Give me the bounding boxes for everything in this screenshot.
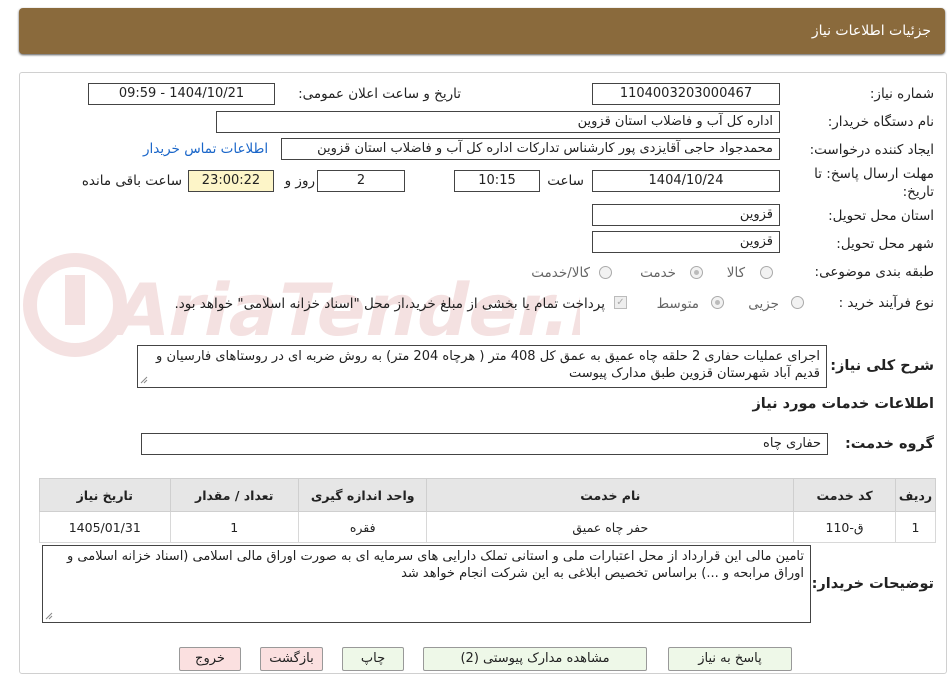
process-label: نوع فرآیند خرید : (838, 295, 934, 311)
need-number-field: 1104003203000467 (592, 83, 780, 105)
column-header-need-date: تاریخ نیاز (39, 478, 171, 512)
category-radio-goods[interactable] (760, 266, 773, 279)
requester-field: محمدجواد حاجی آقایزدی پور کارشناس تدارکا… (281, 138, 780, 160)
announce-field: 1404/10/21 - 09:59 (88, 83, 275, 105)
print-button[interactable]: چاپ (342, 647, 404, 671)
buyer-notes-textarea[interactable]: تامین مالی این قرارداد از محل اعتبارات م… (42, 545, 811, 623)
requester-label: ایجاد کننده درخواست: (809, 142, 934, 158)
announce-label: تاریخ و ساعت اعلان عمومی: (298, 86, 461, 102)
treasury-payment-note: پرداخت تمام یا بخشی از مبلغ خرید،از محل … (174, 296, 605, 312)
cell-quantity: 1 (169, 511, 299, 543)
deadline-date-field: 1404/10/24 (592, 170, 780, 192)
buyer-org-label: نام دستگاه خریدار: (827, 114, 934, 130)
resize-handle-icon[interactable] (45, 612, 53, 620)
cell-row-number: 1 (894, 511, 937, 543)
description-label: شرح کلی نیاز: (830, 358, 934, 374)
process-radio-medium[interactable] (711, 296, 724, 309)
respond-button[interactable]: پاسخ به نیاز (668, 647, 792, 671)
cell-unit: فقره (297, 511, 428, 543)
cell-service-code: ق-110 (793, 511, 896, 543)
category-label: طبقه بندی موضوعی: (814, 264, 934, 280)
services-table-wrapper: ردیف کد خدمت نام خدمت واحد اندازه گیری ت… (39, 478, 937, 543)
back-button[interactable]: بازگشت (260, 647, 323, 671)
days-label: روز و (284, 173, 315, 189)
process-radio-minor[interactable] (791, 296, 804, 309)
view-attachments-button[interactable]: مشاهده مدارک پیوستی (2) (423, 647, 647, 671)
cell-service-name: حفر چاه عمیق (426, 511, 795, 543)
exit-button[interactable]: خروج (179, 647, 241, 671)
buyer-contact-link[interactable]: اطلاعات تماس خریدار (143, 141, 268, 157)
column-header-quantity: تعداد / مقدار (169, 478, 299, 512)
service-group-label: گروه خدمت: (844, 436, 934, 452)
category-radio-goods-service[interactable] (599, 266, 612, 279)
table-header-row: ردیف کد خدمت نام خدمت واحد اندازه گیری ت… (39, 478, 937, 512)
deadline-label-line1: مهلت ارسال پاسخ: تا (814, 166, 934, 182)
province-label: استان محل تحویل: (828, 208, 934, 224)
table-row: 1 ق-110 حفر چاه عمیق فقره 1 1405/01/31 (39, 511, 937, 543)
description-textarea[interactable]: اجرای عملیات حفاری 2 حلقه چاه عمیق به عم… (137, 345, 827, 388)
cell-need-date: 1405/01/31 (39, 511, 171, 543)
column-header-row-number: ردیف (894, 478, 937, 512)
column-header-unit: واحد اندازه گیری (297, 478, 428, 512)
category-option-goods: کالا (726, 265, 745, 281)
services-section-title: اطلاعات خدمات مورد نیاز (752, 396, 934, 412)
days-remaining-field: 2 (317, 170, 405, 192)
resize-handle-icon[interactable] (140, 376, 148, 384)
buyer-org-field: اداره کل آب و فاضلاب استان قزوین (216, 111, 780, 133)
column-header-service-name: نام خدمت (426, 478, 795, 512)
city-field: قزوین (592, 231, 780, 253)
category-option-goods-service: کالا/خدمت (531, 265, 590, 281)
deadline-label-line2: تاریخ: (902, 184, 934, 200)
category-option-service: خدمت (640, 265, 676, 281)
treasury-payment-checkbox[interactable]: ✓ (614, 296, 627, 309)
services-table: ردیف کد خدمت نام خدمت واحد اندازه گیری ت… (39, 478, 937, 543)
process-option-medium: متوسط (656, 296, 699, 312)
category-radio-service[interactable] (690, 266, 703, 279)
service-group-field: حفاری چاه (141, 433, 828, 455)
page-header: جزئیات اطلاعات نیاز (19, 8, 945, 54)
process-option-minor: جزیی (748, 296, 779, 312)
column-header-service-code: کد خدمت (793, 478, 896, 512)
city-label: شهر محل تحویل: (836, 236, 934, 252)
buyer-notes-label: توضیحات خریدار: (811, 576, 934, 592)
deadline-time-label: ساعت (547, 173, 584, 189)
deadline-time-field: 10:15 (454, 170, 540, 192)
page-title: جزئیات اطلاعات نیاز (811, 23, 931, 39)
time-remaining-field: 23:00:22 (188, 170, 274, 192)
time-remaining-label: ساعت باقی مانده (81, 173, 182, 189)
need-number-label: شماره نیاز: (869, 86, 934, 102)
province-field: قزوین (592, 204, 780, 226)
